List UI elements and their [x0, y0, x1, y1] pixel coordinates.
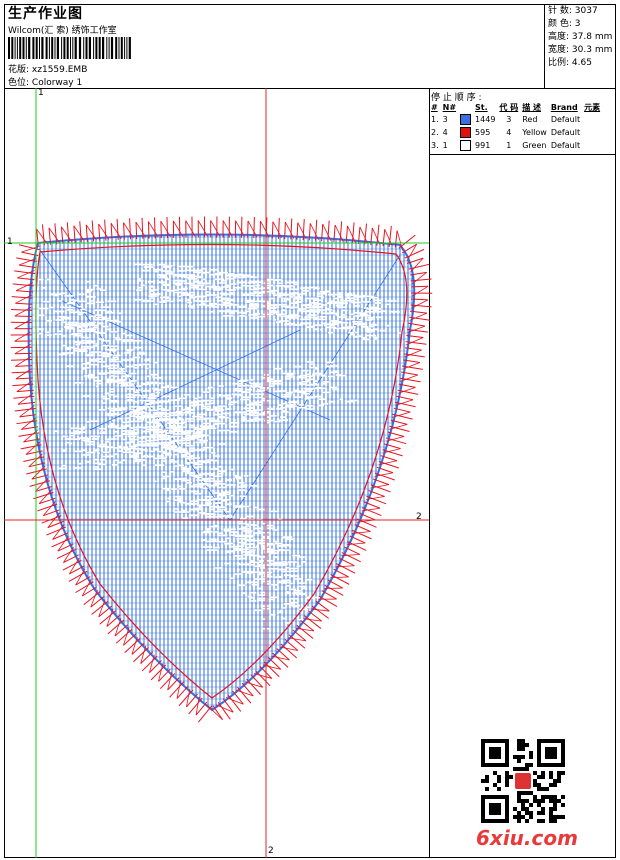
axis-label-bottom: 2 — [268, 846, 274, 856]
axis-label-right: 2 — [416, 512, 422, 522]
qr-code — [481, 739, 565, 823]
axis-label-left: 1 — [7, 237, 13, 247]
design-preview — [4, 88, 433, 858]
axis-label-top: 1 — [38, 88, 44, 98]
watermark-logo: 6xiu.com — [476, 826, 578, 850]
